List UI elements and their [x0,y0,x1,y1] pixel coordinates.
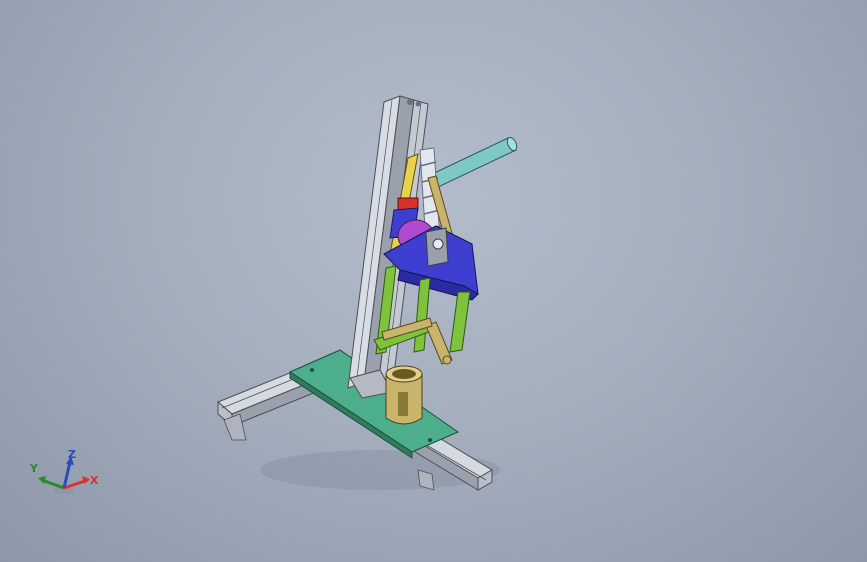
graphics-viewport[interactable]: X Y Z [0,0,867,562]
coordinate-triad: X Y Z [24,444,114,508]
triad-z-label: Z [68,448,76,461]
triad-x-label: X [90,474,99,487]
cylinder-cup[interactable] [385,365,423,425]
cad-assembly-model[interactable] [0,0,867,562]
triad-y-label: Y [30,462,38,475]
handle-bar[interactable] [427,136,519,189]
